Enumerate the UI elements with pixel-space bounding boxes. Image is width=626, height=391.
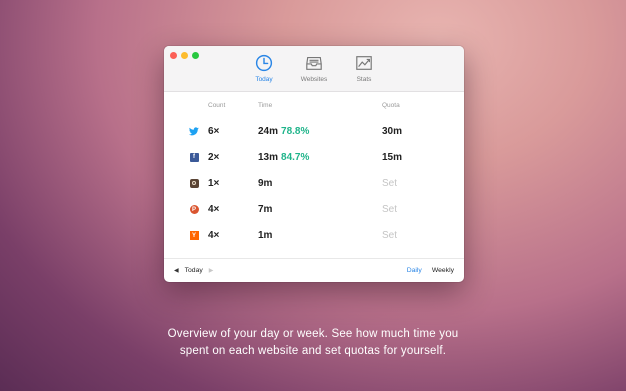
row-quota[interactable]: 30m: [382, 126, 450, 137]
previous-arrow-icon[interactable]: ◀: [174, 267, 179, 274]
set-quota-button[interactable]: Set: [382, 204, 450, 215]
row-count: 1×: [208, 177, 220, 189]
daily-toggle[interactable]: Daily: [407, 267, 422, 274]
header-quota: Quota: [382, 101, 400, 109]
table-header: Count Time Quota: [178, 92, 450, 118]
weekly-toggle[interactable]: Weekly: [432, 267, 454, 274]
table-row[interactable]: 6× 24m 78.8% 30m: [178, 118, 450, 144]
tab-stats-label: Stats: [356, 76, 372, 83]
row-count: 4×: [208, 230, 220, 242]
row-time: 24m: [258, 125, 279, 137]
tab-websites[interactable]: Websites: [296, 54, 332, 83]
clock-icon: [255, 54, 273, 72]
row-count: 6×: [208, 125, 220, 137]
marketing-caption: Overview of your day or week. See how mu…: [0, 326, 626, 360]
row-quota[interactable]: 15m: [382, 152, 450, 163]
tab-stats[interactable]: Stats: [346, 54, 382, 83]
app-window: Today Websites Stats Count Time Quota 6×…: [164, 46, 464, 282]
instagram-icon: [189, 178, 199, 188]
period-label: Today: [184, 267, 203, 274]
table-row[interactable]: f 2× 13m 84.7% 15m: [178, 144, 450, 170]
header-count: Count: [208, 101, 226, 109]
toolbar: Today Websites Stats: [164, 46, 464, 92]
inbox-icon: [306, 57, 322, 70]
caption-line: Overview of your day or week. See how mu…: [167, 328, 459, 340]
table-row[interactable]: 1× 9m Set: [178, 170, 450, 196]
tab-websites-label: Websites: [300, 76, 328, 83]
row-percent: 84.7%: [281, 151, 310, 163]
set-quota-button[interactable]: Set: [382, 230, 450, 241]
set-quota-button[interactable]: Set: [382, 178, 450, 189]
row-time: 1m: [258, 230, 273, 242]
row-time: 7m: [258, 204, 273, 216]
hackernews-icon: Y: [189, 231, 199, 241]
row-count: 4×: [208, 204, 220, 216]
row-percent: 78.8%: [281, 125, 310, 137]
row-count: 2×: [208, 151, 220, 163]
chart-icon: [356, 56, 372, 70]
period-navigator: ◀ Today ▶: [174, 267, 213, 274]
footer-bar: ◀ Today ▶ Daily Weekly: [164, 258, 464, 282]
next-arrow-icon[interactable]: ▶: [209, 267, 214, 274]
row-time: 9m: [258, 177, 273, 189]
row-time: 13m: [258, 151, 279, 163]
twitter-icon: [189, 126, 199, 135]
tab-today[interactable]: Today: [246, 54, 282, 83]
tab-today-label: Today: [255, 76, 273, 83]
header-time: Time: [258, 101, 273, 109]
table-row[interactable]: Y 4× 1m Set: [178, 223, 450, 249]
tab-bar: Today Websites Stats: [164, 54, 464, 83]
caption-line: spent on each website and set quotas for…: [179, 345, 447, 357]
table-row[interactable]: P 4× 7m Set: [178, 197, 450, 223]
facebook-icon: f: [189, 152, 199, 162]
today-table: Count Time Quota 6× 24m 78.8% 30m f 2× 1…: [164, 92, 464, 249]
producthunt-icon: P: [189, 205, 199, 215]
